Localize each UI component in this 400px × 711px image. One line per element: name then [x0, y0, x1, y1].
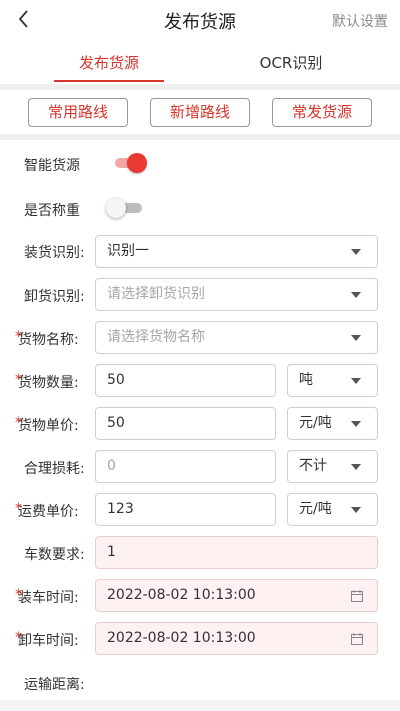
navbar: 发布货源 默认设置: [0, 0, 400, 40]
default-settings-link[interactable]: 默认设置: [332, 11, 388, 31]
tab-bar: 发布货源 OCR识别: [0, 44, 400, 84]
load-time-picker[interactable]: 2022-08-02 10:13:00: [95, 579, 378, 612]
cargo-price-input[interactable]: 50: [95, 407, 276, 440]
loading-id-label: 装货识别:: [24, 245, 85, 261]
chevron-down-icon: [351, 464, 361, 470]
reasonable-loss-label: 合理损耗:: [24, 461, 85, 477]
unload-time-label: * 卸车时间:: [15, 630, 79, 649]
chevron-down-icon: [351, 378, 361, 384]
unload-time-picker[interactable]: 2022-08-02 10:13:00: [95, 622, 378, 655]
cargo-name-placeholder: 请选择货物名称: [107, 329, 205, 345]
chevron-down-icon: [351, 421, 361, 427]
calendar-icon: [351, 633, 363, 645]
unloading-id-placeholder: 请选择卸货识别: [107, 286, 205, 302]
required-mark: *: [15, 587, 22, 603]
unloading-id-select[interactable]: 请选择卸货识别: [95, 278, 378, 311]
cargo-price-label: * 货物单价:: [15, 415, 79, 434]
unloading-id-label: 卸货识别:: [24, 289, 85, 305]
loading-id-value: 识别一: [107, 243, 149, 259]
distance-label: 运输距离:: [24, 677, 85, 693]
chevron-down-icon: [351, 507, 361, 513]
weighing-label: 是否称重: [24, 203, 80, 219]
freight-price-label: * 运费单价:: [15, 501, 79, 520]
add-route-button[interactable]: 新增路线: [150, 98, 250, 127]
frequent-sources-button[interactable]: 常发货源: [272, 98, 372, 127]
common-routes-button[interactable]: 常用路线: [28, 98, 128, 127]
smart-source-toggle[interactable]: [113, 152, 149, 174]
smart-source-label: 智能货源: [24, 158, 80, 174]
tab-publish-source[interactable]: 发布货源: [54, 52, 164, 73]
vehicle-count-label: 车数要求:: [24, 547, 85, 563]
required-mark: *: [15, 415, 22, 431]
freight-price-input[interactable]: 123: [95, 493, 276, 526]
cargo-name-select[interactable]: 请选择货物名称: [95, 321, 378, 354]
chevron-down-icon: [351, 249, 361, 255]
bottom-divider: [0, 700, 400, 711]
required-mark: *: [15, 329, 22, 345]
required-mark: *: [15, 630, 22, 646]
cargo-qty-label: * 货物数量:: [15, 372, 79, 391]
loading-id-select[interactable]: 识别一: [95, 235, 378, 268]
divider: [0, 134, 400, 140]
load-time-label: * 装车时间:: [15, 587, 79, 606]
calendar-icon: [351, 590, 363, 602]
freight-price-unit-select[interactable]: 元/吨: [287, 493, 378, 526]
divider: [0, 84, 400, 90]
reasonable-loss-unit-select[interactable]: 不计: [287, 450, 378, 483]
cargo-qty-input[interactable]: 50: [95, 364, 276, 397]
tab-ocr[interactable]: OCR识别: [236, 52, 346, 73]
chevron-down-icon: [351, 335, 361, 341]
active-tab-indicator: [54, 80, 164, 82]
required-mark: *: [15, 501, 22, 517]
cargo-price-unit-select[interactable]: 元/吨: [287, 407, 378, 440]
weighing-toggle[interactable]: [106, 197, 142, 219]
reasonable-loss-input[interactable]: 0: [95, 450, 276, 483]
vehicle-count-input[interactable]: 1: [95, 536, 378, 569]
chevron-down-icon: [351, 292, 361, 298]
cargo-qty-unit-select[interactable]: 吨: [287, 364, 378, 397]
cargo-name-label: * 货物名称:: [15, 329, 79, 348]
required-mark: *: [15, 372, 22, 388]
